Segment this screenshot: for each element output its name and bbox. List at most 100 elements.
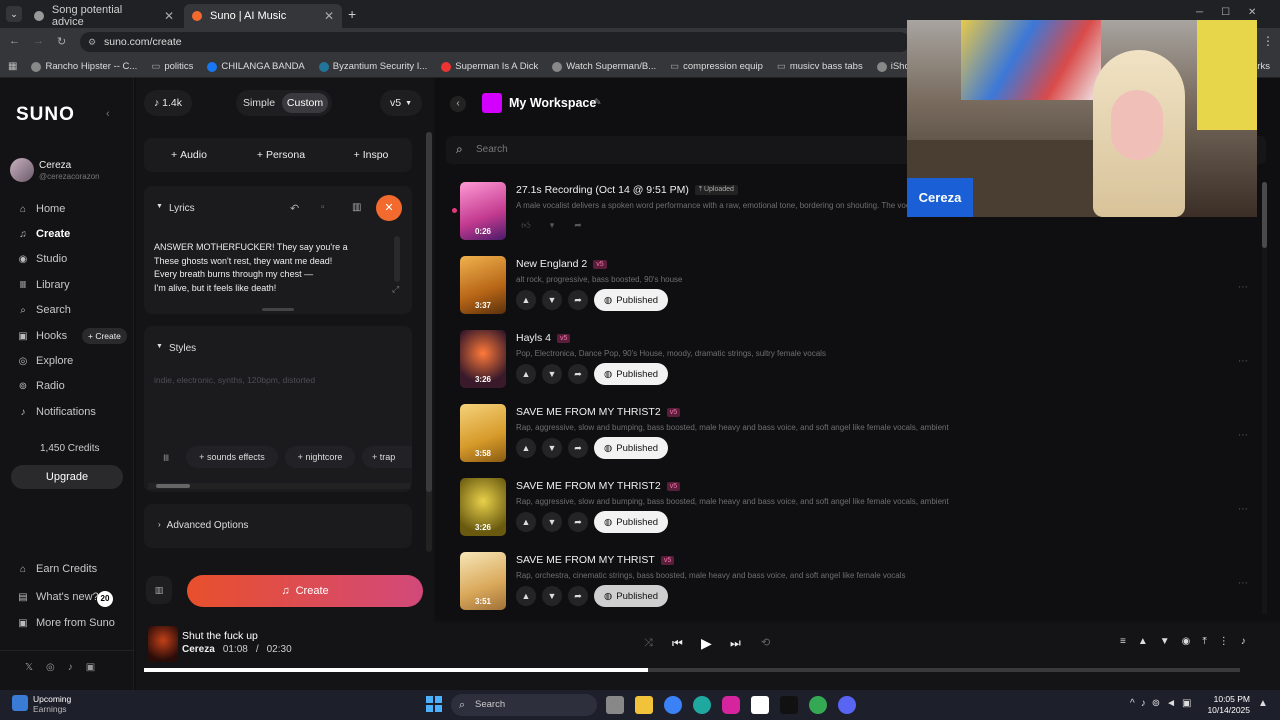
- lyrics-textarea[interactable]: ANSWER MOTHERFUCKER! They say you're a T…: [154, 241, 386, 295]
- more-options-icon[interactable]: ⋯: [1238, 430, 1248, 441]
- now-playing-artist[interactable]: Cereza: [182, 644, 215, 655]
- magic-lyrics-button[interactable]: ✕: [376, 195, 402, 221]
- thumbs-down-icon[interactable]: ▾: [542, 215, 562, 235]
- song-row[interactable]: 3:26 SAVE ME FROM MY THRIST2 v5 Rap, aggr…: [460, 478, 1280, 542]
- library-icon[interactable]: Ⅲ: [163, 453, 169, 464]
- share-icon[interactable]: ➦: [568, 364, 588, 384]
- version-select[interactable]: v5 ▼: [380, 90, 422, 116]
- thumbs-down-icon[interactable]: ▼: [542, 586, 562, 606]
- chrome-icon[interactable]: [809, 696, 827, 714]
- more-options-icon[interactable]: ⋯: [1238, 504, 1248, 515]
- tags-scrollbar-thumb[interactable]: [156, 484, 190, 488]
- clear-trash-icon[interactable]: ▥: [146, 576, 172, 604]
- thumbs-up-icon[interactable]: 👍︎: [516, 215, 536, 235]
- now-playing-title[interactable]: Shut the fuck up: [182, 630, 258, 642]
- published-button[interactable]: ◍ Published: [594, 511, 669, 533]
- more-options-icon[interactable]: ⋯: [1238, 282, 1248, 293]
- repeat-icon[interactable]: ⟲: [761, 636, 770, 649]
- windows-start-icon[interactable]: [426, 696, 442, 712]
- sidebar-item-radio[interactable]: ⊚ Radio: [18, 380, 65, 392]
- song-cover[interactable]: 3:58: [460, 404, 506, 462]
- close-tab-icon[interactable]: ✕: [164, 9, 174, 23]
- task-view-icon[interactable]: [606, 696, 624, 714]
- published-button[interactable]: ◍ Published: [594, 437, 669, 459]
- social-icons[interactable]: 𝕏◎♪▣: [25, 662, 108, 673]
- thumbs-up-icon[interactable]: ▲: [516, 512, 536, 532]
- song-title[interactable]: New England 2 v5: [516, 258, 607, 270]
- style-tag[interactable]: + trap: [362, 446, 412, 468]
- song-title[interactable]: SAVE ME FROM MY THRIST2 v5: [516, 480, 681, 492]
- bookmark[interactable]: Byzantium Security I...: [318, 61, 427, 72]
- taskbar-search[interactable]: ⌕ Search: [451, 694, 597, 716]
- back-icon[interactable]: ←: [9, 35, 20, 47]
- discord-icon[interactable]: [838, 696, 856, 714]
- forward-icon[interactable]: →: [33, 35, 44, 47]
- hooks-create-button[interactable]: + Create: [82, 328, 127, 344]
- sidebar-item-studio[interactable]: ◉ Studio: [18, 253, 68, 265]
- list-scrollbar-thumb[interactable]: [1262, 182, 1267, 248]
- x-app-icon[interactable]: [780, 696, 798, 714]
- mode-simple-button[interactable]: Simple: [240, 93, 278, 113]
- back-button[interactable]: ‹: [450, 96, 466, 112]
- song-row[interactable]: 3:26 Hayls 4 v5 Pop, Electronica, Dance P…: [460, 330, 1280, 394]
- upgrade-button[interactable]: Upgrade: [11, 465, 123, 489]
- thumbs-up-icon[interactable]: ▲: [516, 586, 536, 606]
- add-persona-button[interactable]: + Persona: [240, 142, 322, 168]
- song-cover[interactable]: 3:26: [460, 478, 506, 536]
- styles-input[interactable]: indie, electronic, synths, 120bpm, disto…: [154, 375, 315, 385]
- bookmark[interactable]: ▭ compression equip: [670, 61, 763, 72]
- edge-icon[interactable]: [693, 696, 711, 714]
- amazon-icon[interactable]: [751, 696, 769, 714]
- tab-list-icon[interactable]: ⌄: [6, 6, 22, 22]
- bookmark[interactable]: CHILANGA BANDA: [207, 61, 305, 72]
- tab-song-advice[interactable]: Song potential advice ✕: [26, 4, 182, 28]
- whats-new-link[interactable]: ▤ What's new?: [18, 591, 98, 603]
- bookmark[interactable]: Rancho Hipster -- C...: [31, 61, 137, 72]
- song-cover[interactable]: 3:51: [460, 552, 506, 610]
- next-icon[interactable]: ⏭: [730, 636, 741, 651]
- user-name[interactable]: Cereza: [39, 160, 71, 171]
- thumbs-up-icon[interactable]: ▲: [516, 290, 536, 310]
- style-tag[interactable]: + nightcore: [285, 446, 355, 468]
- widgets-icon[interactable]: [12, 695, 28, 711]
- sidebar-item-notifications[interactable]: ♪ Notifications: [18, 406, 96, 418]
- share-icon[interactable]: ➦: [568, 215, 588, 235]
- copilot-icon[interactable]: [664, 696, 682, 714]
- published-button[interactable]: ◍ Published: [594, 585, 669, 607]
- suno-logo[interactable]: SUNO: [16, 104, 75, 126]
- share-icon[interactable]: ➦: [568, 290, 588, 310]
- notifications-bell-icon[interactable]: ▲: [1258, 698, 1268, 709]
- song-title[interactable]: Hayls 4 v5: [516, 332, 571, 344]
- song-title[interactable]: SAVE ME FROM MY THRIST2 v5: [516, 406, 681, 418]
- clock[interactable]: 10:05 PM 10/14/2025: [1204, 694, 1250, 716]
- list-scrollbar[interactable]: [1262, 182, 1267, 614]
- more-from-suno-link[interactable]: ▣ More from Suno: [18, 617, 115, 629]
- close-tab-icon[interactable]: ✕: [324, 9, 334, 23]
- create-button[interactable]: ♫ Create: [187, 575, 423, 607]
- more-options-icon[interactable]: ⋯: [1238, 356, 1248, 367]
- reload-icon[interactable]: ↻: [57, 35, 66, 48]
- player-actions[interactable]: ≡▲▼◉⤒⋮♪: [1120, 636, 1258, 647]
- apps-icon[interactable]: ▦: [8, 61, 17, 72]
- published-button[interactable]: ◍ Published: [594, 363, 669, 385]
- file-explorer-icon[interactable]: [635, 696, 653, 714]
- add-audio-button[interactable]: + Audio: [152, 142, 226, 168]
- song-count[interactable]: ♪ 1.4k: [144, 90, 192, 116]
- widgets-notice[interactable]: Upcoming Earnings: [33, 694, 71, 714]
- styles-header[interactable]: ▼ Styles: [156, 343, 196, 354]
- instagram-icon[interactable]: [722, 696, 740, 714]
- collapse-sidebar-icon[interactable]: ‹: [106, 108, 110, 120]
- menu-icon[interactable]: ⋮: [1262, 34, 1274, 48]
- more-options-icon[interactable]: ⋯: [1238, 578, 1248, 589]
- panel-scrollbar-thumb[interactable]: [426, 132, 432, 492]
- new-tab-icon[interactable]: +: [348, 6, 356, 22]
- redo-icon[interactable]: ▫: [321, 202, 325, 213]
- earn-credits-link[interactable]: ⌂ Earn Credits: [18, 563, 97, 575]
- share-icon[interactable]: ➦: [568, 438, 588, 458]
- undo-icon[interactable]: ↶: [290, 202, 299, 215]
- previous-icon[interactable]: ⏮: [672, 636, 683, 651]
- bookmark[interactable]: ▭ musicv bass tabs: [777, 61, 863, 72]
- sidebar-item-library[interactable]: Ⅲ Library: [18, 279, 70, 291]
- song-title[interactable]: SAVE ME FROM MY THRIST v5: [516, 554, 675, 566]
- song-cover[interactable]: 3:37: [460, 256, 506, 314]
